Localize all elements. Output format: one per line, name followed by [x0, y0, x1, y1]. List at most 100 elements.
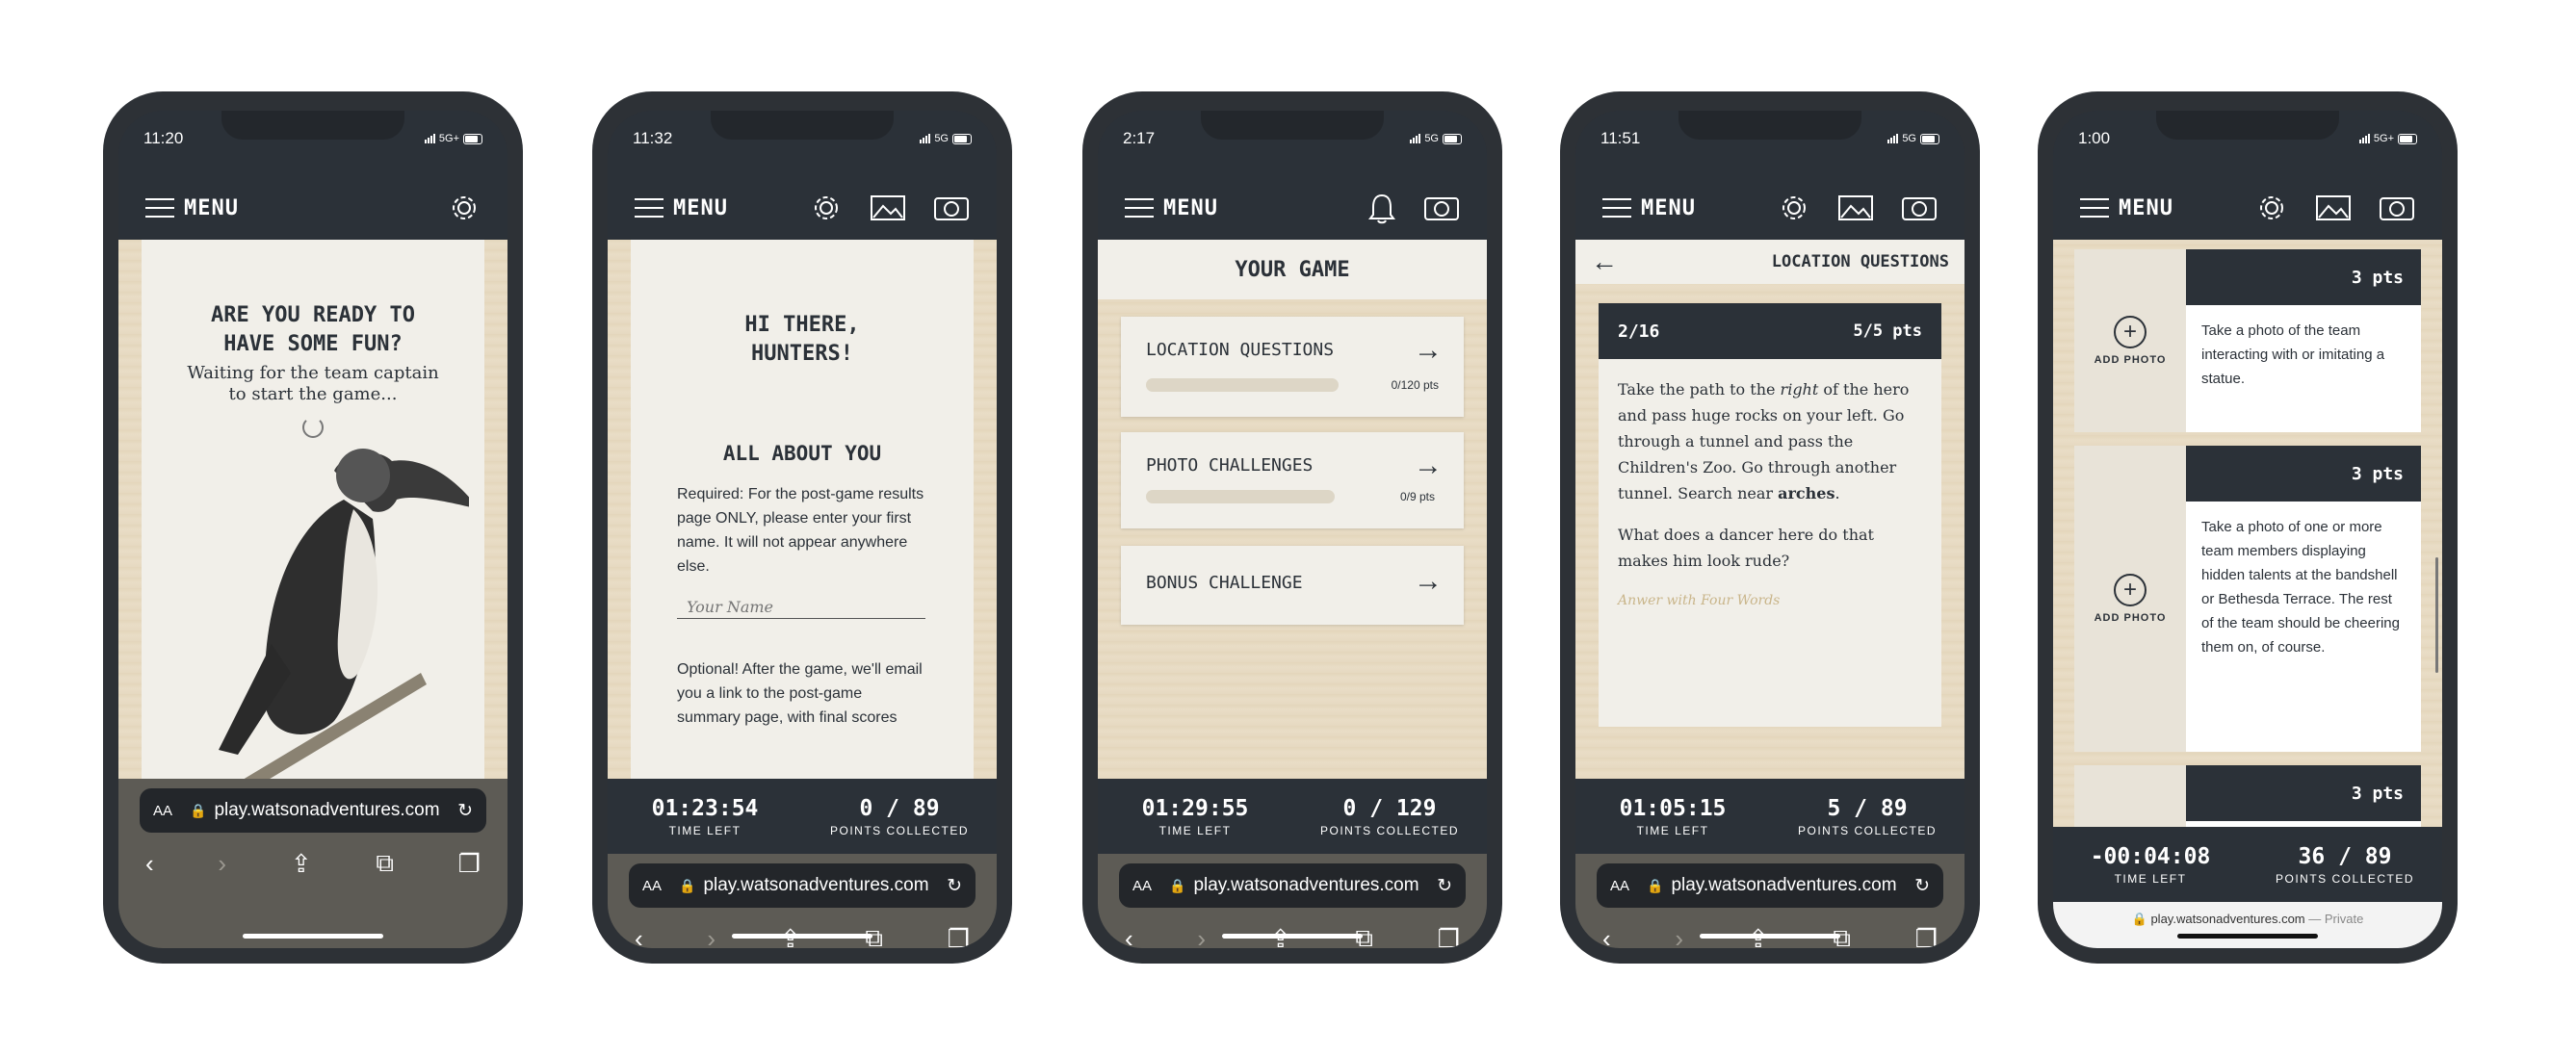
phone-screen: 1:00 5G+ MENU + ADD PHOTO 3 pts Take a p… [2053, 111, 2442, 948]
menu-label[interactable]: MENU [1641, 196, 1696, 220]
gallery-icon[interactable] [870, 193, 906, 222]
phone-screen: 11:32 5G MENU HI THERE, HUNTERS! ALL ABO… [608, 111, 997, 948]
reader-aa-button[interactable]: AA [1132, 878, 1152, 894]
home-indicator [243, 934, 383, 939]
browser-chrome: AA 🔒 play.watsonadventures.com ↻ ‹ › ⇪ ⧉… [608, 854, 997, 948]
back-icon[interactable]: ‹ [145, 849, 154, 879]
score-text: 0/9 pts [1399, 490, 1435, 503]
answer-input[interactable]: Anwer with Four Words [1599, 574, 1941, 608]
url-text[interactable]: play.watsonadventures.com [1671, 875, 1914, 896]
reload-icon[interactable]: ↻ [1914, 875, 1930, 897]
bookmarks-icon[interactable]: ⧉ [376, 848, 394, 879]
gallery-icon[interactable] [1837, 193, 1874, 222]
url-text[interactable]: play.watsonadventures.com [2150, 912, 2304, 926]
reload-icon[interactable]: ↻ [1437, 875, 1452, 897]
game-item-label: BONUS CHALLENGE [1146, 573, 1303, 593]
challenge-text: Take a photo of the team interacting wit… [2201, 322, 2385, 387]
top-nav: MENU [1575, 180, 1965, 236]
tabs-icon[interactable]: ❐ [458, 849, 481, 879]
plus-circle-icon: + [2114, 574, 2147, 606]
phone-screen: 2:17 5G MENU YOUR GAME LOCATION QUESTION… [1098, 111, 1487, 948]
add-photo-label: ADD PHOTO [2094, 612, 2167, 624]
welcome-card: ARE YOU READY TO HAVE SOME FUN? Waiting … [142, 240, 484, 779]
points-value: 5 / 89 [1827, 795, 1908, 821]
gear-icon[interactable] [2255, 192, 2288, 224]
camera-icon[interactable] [1423, 193, 1460, 222]
back-icon[interactable]: ‹ [1125, 924, 1133, 949]
name-input[interactable] [677, 596, 925, 619]
menu-label[interactable]: MENU [1163, 196, 1218, 220]
network-label: 5G [934, 133, 949, 144]
question-card: 2/16 5/5 pts Take the path to the right … [1599, 303, 1941, 727]
question-points: 5/5 pts [1853, 322, 1922, 341]
points-label: POINTS COLLECTED [1319, 823, 1460, 837]
tabs-icon[interactable]: ❐ [1438, 924, 1460, 949]
compact-url[interactable]: 🔒 play.watsonadventures.com — Private [2053, 912, 2442, 927]
address-bar[interactable]: AA 🔒 play.watsonadventures.com ↻ [1597, 863, 1943, 908]
menu-label[interactable]: MENU [184, 196, 239, 220]
forward-icon[interactable]: › [218, 849, 226, 879]
url-text[interactable]: play.watsonadventures.com [703, 875, 947, 896]
content-area: ← LOCATION QUESTIONS 2/16 5/5 pts Take t… [1575, 240, 1965, 779]
scrollbar[interactable] [2435, 557, 2438, 673]
game-item-location-questions[interactable]: LOCATION QUESTIONS → 0/120 pts [1121, 317, 1464, 417]
time-left-value: 01:05:15 [1619, 795, 1727, 821]
menu-label[interactable]: MENU [673, 196, 728, 220]
phone-3-game-screen: 2:17 5G MENU YOUR GAME LOCATION QUESTION… [1082, 91, 1502, 964]
phone-screen: 11:20 5G+ MENU ARE YOU READY TO HAVE SOM… [118, 111, 507, 948]
optional-text: Optional! After the game, we'll email yo… [677, 661, 923, 726]
forward-icon[interactable]: › [707, 924, 716, 949]
menu-label[interactable]: MENU [2119, 196, 2173, 220]
battery-icon [463, 133, 482, 144]
browser-chrome-compact: 🔒 play.watsonadventures.com — Private [2053, 902, 2442, 948]
gear-icon[interactable] [448, 192, 481, 224]
required-text: Required: For the post-game results page… [677, 486, 924, 575]
content-area: YOUR GAME LOCATION QUESTIONS → 0/120 pts… [1098, 240, 1487, 779]
add-photo-button[interactable]: + ADD PHOTO [2074, 249, 2186, 432]
reader-aa-button[interactable]: AA [642, 878, 662, 894]
address-bar[interactable]: AA 🔒 play.watsonadventures.com ↻ [1119, 863, 1466, 908]
hamburger-icon[interactable] [1602, 198, 1631, 218]
hamburger-icon[interactable] [145, 198, 174, 218]
share-icon[interactable]: ⇪ [291, 849, 312, 879]
address-bar[interactable]: AA 🔒 play.watsonadventures.com ↻ [140, 788, 486, 833]
browser-chrome: AA 🔒 play.watsonadventures.com ↻ ‹ › ⇪ ⧉… [1575, 854, 1965, 948]
hamburger-icon[interactable] [1125, 198, 1154, 218]
forward-icon[interactable]: › [1675, 924, 1683, 949]
home-indicator [1222, 934, 1363, 939]
camera-icon[interactable] [1901, 193, 1938, 222]
hamburger-icon[interactable] [2080, 198, 2109, 218]
add-photo-button[interactable]: + ADD PHOTO [2074, 446, 2186, 752]
reader-aa-button[interactable]: AA [153, 803, 172, 819]
gear-icon[interactable] [1778, 192, 1810, 224]
url-text[interactable]: play.watsonadventures.com [1193, 875, 1437, 896]
game-item-bonus-challenge[interactable]: BONUS CHALLENGE → [1121, 546, 1464, 625]
camera-icon[interactable] [933, 193, 970, 222]
camera-icon[interactable] [2379, 193, 2415, 222]
add-photo-button[interactable] [2074, 765, 2186, 827]
challenge-points: 3 pts [2186, 249, 2421, 305]
bell-icon[interactable] [1367, 192, 1396, 224]
reload-icon[interactable]: ↻ [947, 875, 962, 897]
url-text[interactable]: play.watsonadventures.com [214, 800, 457, 821]
address-bar[interactable]: AA 🔒 play.watsonadventures.com ↻ [629, 863, 976, 908]
back-icon[interactable]: ‹ [1602, 924, 1611, 949]
lock-icon: 🔒 [679, 877, 696, 893]
arrow-right-icon: → [1414, 450, 1443, 481]
progress-bar [1146, 490, 1335, 503]
content-area: HI THERE, HUNTERS! ALL ABOUT YOU Require… [608, 240, 997, 779]
battery-icon [1920, 133, 1939, 144]
back-arrow-icon[interactable]: ← [1591, 246, 1618, 277]
gear-icon[interactable] [810, 192, 843, 224]
forward-icon[interactable]: › [1197, 924, 1206, 949]
tabs-icon[interactable]: ❐ [948, 924, 970, 949]
back-icon[interactable]: ‹ [635, 924, 643, 949]
photo-challenge-card: + ADD PHOTO 3 pts Take a photo of one or… [2074, 446, 2421, 752]
gallery-icon[interactable] [2315, 193, 2352, 222]
game-item-label: PHOTO CHALLENGES [1146, 455, 1314, 476]
tabs-icon[interactable]: ❐ [1915, 924, 1938, 949]
game-item-photo-challenges[interactable]: PHOTO CHALLENGES → 0/9 pts [1121, 432, 1464, 528]
hamburger-icon[interactable] [635, 198, 664, 218]
reader-aa-button[interactable]: AA [1610, 878, 1629, 894]
reload-icon[interactable]: ↻ [457, 800, 473, 822]
